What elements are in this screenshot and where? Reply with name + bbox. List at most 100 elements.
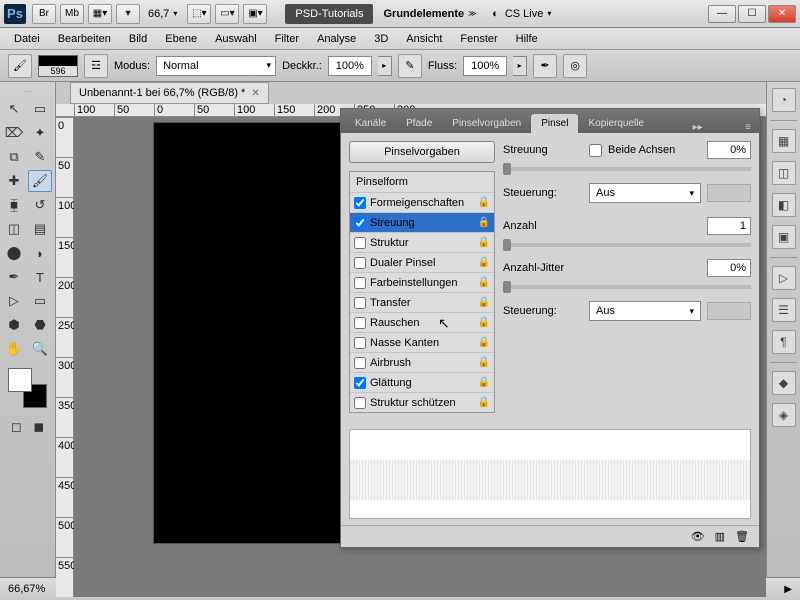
close-doc-icon[interactable]: ✕ <box>251 88 259 99</box>
trash-icon[interactable]: 🗑 <box>735 530 749 543</box>
lock-icon[interactable]: 🔒 <box>478 397 490 408</box>
checkbox[interactable] <box>354 237 366 249</box>
menu-ansicht[interactable]: Ansicht <box>398 30 450 48</box>
cslive-dropdown[interactable]: ▾ <box>547 9 561 19</box>
3d-camera-tool[interactable]: ⬣ <box>28 314 52 336</box>
brush-option-struktur[interactable]: Struktur🔒 <box>350 232 494 252</box>
brush-preset-picker[interactable]: 596 <box>38 55 78 77</box>
checkbox[interactable] <box>354 357 366 369</box>
document-tab[interactable]: Unbenannt-1 bei 66,7% (RGB/8) * ✕ <box>70 82 269 104</box>
brush-tip-label[interactable]: Pinselform <box>350 172 494 192</box>
both-axes-checkbox[interactable] <box>589 144 602 157</box>
document-canvas[interactable] <box>154 123 340 543</box>
bridge-button[interactable]: Br <box>32 4 56 24</box>
count-slider[interactable] <box>503 243 751 247</box>
lock-icon[interactable]: 🔒 <box>478 257 490 268</box>
blur-tool[interactable]: ⬤ <box>2 242 26 264</box>
screen-mode-button[interactable]: ▣▾ <box>243 4 267 24</box>
brush-option-farbeinstellungen[interactable]: Farbeinstellungen🔒 <box>350 272 494 292</box>
heal-tool[interactable]: ✚ <box>2 170 26 192</box>
brush-option-airbrush[interactable]: Airbrush🔒 <box>350 352 494 372</box>
stamp-tool[interactable]: ⧯ <box>2 194 26 216</box>
dock-masks-icon[interactable]: ▣ <box>772 225 796 249</box>
wand-tool[interactable]: ✦ <box>28 122 52 144</box>
dock-color-icon[interactable]: ◔ <box>772 88 796 112</box>
brush-option-dualer-pinsel[interactable]: Dualer Pinsel🔒 <box>350 252 494 272</box>
dock-info-icon[interactable]: ◈ <box>772 403 796 427</box>
control2-select[interactable]: Aus <box>589 301 701 321</box>
tablet-opacity-icon[interactable]: ✎ <box>398 54 422 78</box>
brush-option-transfer[interactable]: Transfer🔒 <box>350 292 494 312</box>
panel-tab-pfade[interactable]: Pfade <box>396 114 442 133</box>
type-tool[interactable]: T <box>28 266 52 288</box>
brush-option-struktur-schützen[interactable]: Struktur schützen🔒 <box>350 392 494 412</box>
checkbox[interactable] <box>354 377 366 389</box>
tablet-size-icon[interactable]: ◎ <box>563 54 587 78</box>
crop-tool[interactable]: ⧉ <box>2 146 26 168</box>
dock-styles-icon[interactable]: ◫ <box>772 161 796 185</box>
dock-swatches-icon[interactable]: ▦ <box>772 129 796 153</box>
cslive-button[interactable]: CS Live <box>505 8 544 20</box>
eyedropper-tool[interactable]: ✎ <box>28 146 52 168</box>
panel-expand-icon[interactable]: ▸▸ <box>689 122 707 133</box>
shape-tool[interactable]: ▭ <box>28 290 52 312</box>
scatter-input[interactable]: 0% <box>707 141 751 159</box>
workspace-psd-tutorials[interactable]: PSD-Tutorials <box>285 4 373 24</box>
lasso-tool[interactable]: ⌦ <box>2 122 26 144</box>
menu-analyse[interactable]: Analyse <box>309 30 364 48</box>
checkbox[interactable] <box>354 397 366 409</box>
menu-bearbeiten[interactable]: Bearbeiten <box>50 30 119 48</box>
dock-layers-icon[interactable]: ☰ <box>772 298 796 322</box>
brush-panel-toggle[interactable]: ☲ <box>84 54 108 78</box>
opacity-arrow[interactable]: ▸ <box>378 56 392 76</box>
lock-icon[interactable]: 🔒 <box>478 197 490 208</box>
move-tool[interactable]: ↖ <box>2 98 26 120</box>
brush-option-nasse-kanten[interactable]: Nasse Kanten🔒 <box>350 332 494 352</box>
scatter-slider[interactable] <box>503 167 751 171</box>
menu-hilfe[interactable]: Hilfe <box>508 30 546 48</box>
zoom-dropdown[interactable]: ▾ <box>173 9 187 19</box>
eraser-tool[interactable]: ◫ <box>2 218 26 240</box>
quickmask-mode[interactable]: ◼ <box>29 416 50 438</box>
3d-tool[interactable]: ⬢ <box>2 314 26 336</box>
brush-option-glättung[interactable]: Glättung🔒 <box>350 372 494 392</box>
dock-play-icon[interactable]: ▷ <box>772 266 796 290</box>
panel-tab-kanäle[interactable]: Kanäle <box>345 114 396 133</box>
count-input[interactable]: 1 <box>707 217 751 235</box>
opacity-input[interactable]: 100% <box>328 56 372 76</box>
menu-fenster[interactable]: Fenster <box>452 30 505 48</box>
marquee-tool[interactable]: ▭ <box>28 98 52 120</box>
brush-option-streuung[interactable]: Streuung🔒 <box>350 212 494 232</box>
lock-icon[interactable]: 🔒 <box>478 377 490 388</box>
workspace-more[interactable]: ≫ <box>468 9 482 19</box>
menu-3d[interactable]: 3D <box>366 30 396 48</box>
path-select-tool[interactable]: ▷ <box>2 290 26 312</box>
airbrush-icon[interactable]: ✒ <box>533 54 557 78</box>
checkbox[interactable] <box>354 337 366 349</box>
dodge-tool[interactable]: ◗ <box>28 242 52 264</box>
panel-tab-pinselvorgaben[interactable]: Pinselvorgaben <box>442 114 531 133</box>
checkbox[interactable] <box>354 257 366 269</box>
jitter-slider[interactable] <box>503 285 751 289</box>
lock-icon[interactable]: 🔒 <box>478 317 490 328</box>
workspace-grundelemente[interactable]: Grundelemente <box>383 8 464 20</box>
quickmask-standard[interactable]: ◻ <box>6 416 27 438</box>
flow-input[interactable]: 100% <box>463 56 507 76</box>
menu-ebene[interactable]: Ebene <box>157 30 205 48</box>
brush-tool[interactable]: 🖌 <box>28 170 52 192</box>
checkbox[interactable] <box>354 297 366 309</box>
extras-button[interactable]: ▾ <box>116 4 140 24</box>
jitter-input[interactable]: 0% <box>707 259 751 277</box>
lock-icon[interactable]: 🔒 <box>478 357 490 368</box>
history-brush-tool[interactable]: ↺ <box>28 194 52 216</box>
dock-paragraph-icon[interactable]: ¶ <box>772 330 796 354</box>
checkbox[interactable] <box>354 277 366 289</box>
maximize-button[interactable]: ☐ <box>738 5 766 23</box>
panel-tab-kopierquelle[interactable]: Kopierquelle <box>578 114 654 133</box>
lock-icon[interactable]: 🔒 <box>478 277 490 288</box>
mode-select[interactable]: Normal <box>156 56 276 76</box>
flow-arrow[interactable]: ▸ <box>513 56 527 76</box>
brush-presets-button[interactable]: Pinselvorgaben <box>349 141 495 163</box>
lock-icon[interactable]: 🔒 <box>478 217 490 228</box>
arrange-button[interactable]: ▭▾ <box>215 4 239 24</box>
